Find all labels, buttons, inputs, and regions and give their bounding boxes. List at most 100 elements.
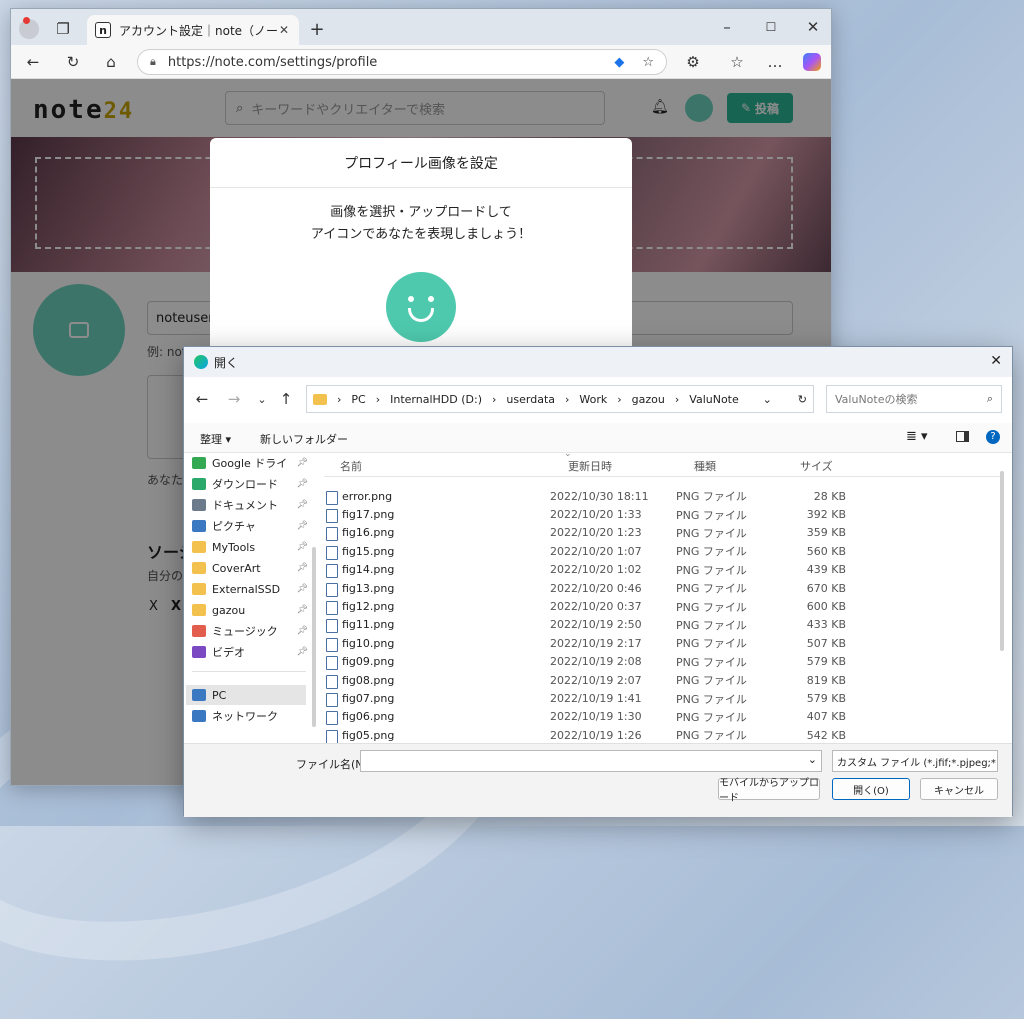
folder-icon [192,583,206,595]
recent-locations-icon[interactable]: ⌄ [250,387,274,411]
upload-from-mobile-button[interactable]: モバイルからアップロード [718,778,820,804]
sidebar-item-coverart[interactable]: CoverArt 📌︎ [192,558,308,578]
open-button[interactable]: 開く(O) [832,778,910,800]
copilot-icon[interactable] [803,53,821,71]
crumb-userdata[interactable]: userdata [506,393,555,406]
file-date: 2022/10/19 2:08 [550,655,642,669]
close-window-icon[interactable]: ✕ [801,15,825,39]
sidebar-item-documents[interactable]: ドキュメント 📌︎ [192,495,308,515]
sidebar-scrollbar[interactable] [312,547,316,727]
crumb-drive[interactable]: InternalHDD (D:) [390,393,482,406]
file-date: 2022/10/20 1:33 [550,508,642,522]
path-breadcrumb[interactable]: › PC › InternalHDD (D:) › userdata › Work › … [306,385,814,413]
sidebar-item-pictures[interactable]: ピクチャ 📌︎ [192,516,308,536]
file-row[interactable]: fig10.png 2022/10/19 2:17 PNG ファイル 507 KB [324,634,884,652]
help-icon[interactable]: ? [986,430,1000,444]
file-name: fig12.png [324,600,550,616]
dialog-forward-icon[interactable]: → [222,387,246,411]
folder-search-input[interactable]: ValuNoteの検索 ⌕ [826,385,1002,413]
crumb-work[interactable]: Work [579,393,607,406]
filename-input[interactable]: ⌄ [360,750,822,772]
maximize-icon[interactable]: ☐ [759,15,783,39]
pin-icon: 📌︎ [296,605,308,615]
sidebar-item-gazou[interactable]: gazou 📌︎ [192,600,308,620]
favorites-icon[interactable]: ☆ [725,50,749,74]
file-row[interactable]: error.png 2022/10/30 18:11 PNG ファイル 28 KB [324,487,884,505]
url-bar[interactable]: 🔒︎ https://note.com/settings/profile ◆ ☆ [137,49,667,75]
up-folder-icon[interactable]: ↑ [274,387,298,411]
minimize-icon[interactable]: – [715,15,739,39]
file-row[interactable]: fig07.png 2022/10/19 1:41 PNG ファイル 579 KB [324,689,884,708]
pin-icon: 📌︎ [296,626,308,636]
path-dropdown-icon[interactable]: ⌄ [763,393,772,406]
file-size: 560 KB [806,544,846,558]
file-size: 433 KB [806,618,846,632]
file-date: 2022/10/19 2:17 [550,636,642,650]
file-list: 名前 ⌄ 更新日時 種類 サイズ error.png 2022/10/30 18:… [324,449,1004,744]
column-type[interactable]: 種類 [694,458,716,474]
preview-pane-icon[interactable] [956,431,969,442]
folder-icon [192,604,206,616]
crumb-pc[interactable]: PC [351,393,365,406]
browser-tab[interactable]: n アカウント設定｜note（ノート） ✕ [87,15,299,45]
sidebar-item-downloads[interactable]: ダウンロード 📌︎ [192,474,308,494]
file-list-scrollbar[interactable] [1000,471,1004,651]
dialog-close-icon[interactable]: ✕ [990,353,1002,369]
file-date: 2022/10/19 2:07 [550,673,642,687]
file-type: PNG ファイル [676,655,747,669]
dialog-back-icon[interactable]: ← [190,387,214,411]
favorite-star-icon[interactable]: ☆ [642,55,654,70]
modal-title: プロフィール画像を設定 [210,138,632,188]
cancel-button[interactable]: キャンセル [920,778,998,800]
file-row[interactable]: fig16.png 2022/10/20 1:23 PNG ファイル 359 KB [324,524,884,542]
sidebar-item-videos[interactable]: ビデオ 📌︎ [192,642,308,662]
file-row[interactable]: fig12.png 2022/10/20 0:37 PNG ファイル 600 KB [324,597,884,616]
sidebar-item-google-drive[interactable]: Google ドライ 📌︎ [192,453,308,473]
new-folder-button[interactable]: 新しいフォルダー [260,431,348,447]
column-name[interactable]: 名前 [340,458,362,474]
file-row[interactable]: fig09.png 2022/10/19 2:08 PNG ファイル 579 KB [324,653,884,671]
extensions-icon[interactable]: ⚙ [681,50,705,74]
file-name: fig05.png [324,729,550,744]
view-options-icon[interactable]: ≣ ▾ [906,429,928,444]
file-size: 600 KB [806,600,846,614]
tag-icon[interactable]: ◆ [614,55,624,70]
path-refresh-icon[interactable]: ↻ [798,393,807,406]
more-icon[interactable]: … [763,50,787,74]
edge-icon [194,355,208,369]
sidebar-item-music[interactable]: ミュージック 📌︎ [192,621,308,641]
file-row[interactable]: fig05.png 2022/10/19 1:26 PNG ファイル 542 KB [324,726,884,744]
file-row[interactable]: fig11.png 2022/10/19 2:50 PNG ファイル 433 KB [324,616,884,634]
file-row[interactable]: fig17.png 2022/10/20 1:33 PNG ファイル 392 KB [324,505,884,524]
file-type: PNG ファイル [676,692,747,706]
sidebar-item-pc[interactable]: PC [186,685,306,705]
notification-dot [23,17,30,24]
sidebar-item-mytools[interactable]: MyTools 📌︎ [192,537,308,557]
crumb-gazou[interactable]: gazou [632,393,665,406]
file-type: PNG ファイル [676,545,747,559]
lock-icon: 🔒︎ [150,55,156,68]
filename-dropdown-icon[interactable]: ⌄ [808,753,817,766]
new-tab-icon[interactable]: + [305,17,329,41]
column-size[interactable]: サイズ [800,458,833,474]
google-drive-icon [192,457,206,469]
file-row[interactable]: fig15.png 2022/10/20 1:07 PNG ファイル 560 KB [324,542,884,560]
close-tab-icon[interactable]: ✕ [277,23,291,37]
crumb-valunote[interactable]: ValuNote [689,393,738,406]
pin-icon: 📌︎ [296,458,308,468]
column-date[interactable]: 更新日時 [568,458,612,474]
file-row[interactable]: fig13.png 2022/10/20 0:46 PNG ファイル 670 KB [324,579,884,597]
filetype-select[interactable]: カスタム ファイル (*.jfif;*.pjpeg;*.jp [832,750,998,772]
smiley-avatar-icon[interactable] [386,272,456,342]
file-name: fig06.png [324,710,550,726]
sidebar-item-network[interactable]: ネットワーク [192,706,308,726]
tab-actions-icon[interactable]: ❐ [51,17,75,41]
back-icon[interactable]: ← [21,50,45,74]
organize-button[interactable]: 整理 ▾ [200,431,231,447]
home-icon[interactable]: ⌂ [99,50,123,74]
sidebar-item-externalssd[interactable]: ExternalSSD 📌︎ [192,579,308,599]
file-row[interactable]: fig14.png 2022/10/20 1:02 PNG ファイル 439 KB [324,561,884,579]
file-row[interactable]: fig08.png 2022/10/19 2:07 PNG ファイル 819 KB [324,671,884,689]
refresh-icon[interactable]: ↻ [61,50,85,74]
file-row[interactable]: fig06.png 2022/10/19 1:30 PNG ファイル 407 KB [324,708,884,726]
